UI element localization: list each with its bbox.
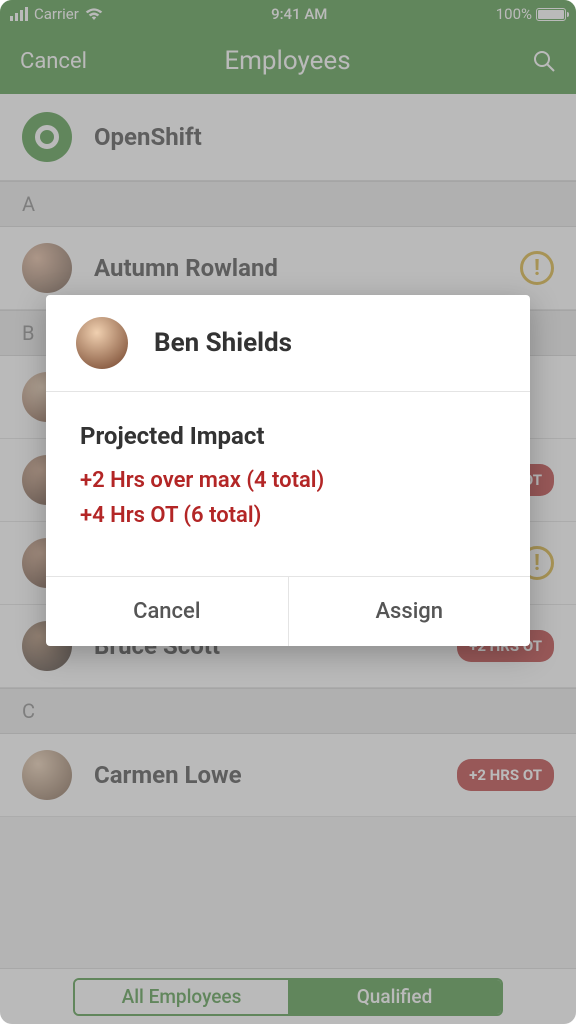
- modal-assign-button[interactable]: Assign: [288, 577, 531, 646]
- projected-impact-title: Projected Impact: [80, 422, 496, 450]
- impact-line: +2 Hrs over max (4 total): [80, 468, 496, 493]
- modal-employee-name: Ben Shields: [154, 328, 292, 358]
- modal-actions: Cancel Assign: [46, 576, 530, 646]
- assign-modal: Ben Shields Projected Impact +2 Hrs over…: [46, 295, 530, 646]
- modal-header: Ben Shields: [46, 295, 530, 392]
- screen: Carrier 9:41 AM 100% Cancel Employees Op…: [0, 0, 576, 1024]
- modal-cancel-button[interactable]: Cancel: [46, 577, 288, 646]
- impact-line: +4 Hrs OT (6 total): [80, 503, 496, 528]
- modal-body: Projected Impact +2 Hrs over max (4 tota…: [46, 392, 530, 576]
- avatar: [76, 317, 128, 369]
